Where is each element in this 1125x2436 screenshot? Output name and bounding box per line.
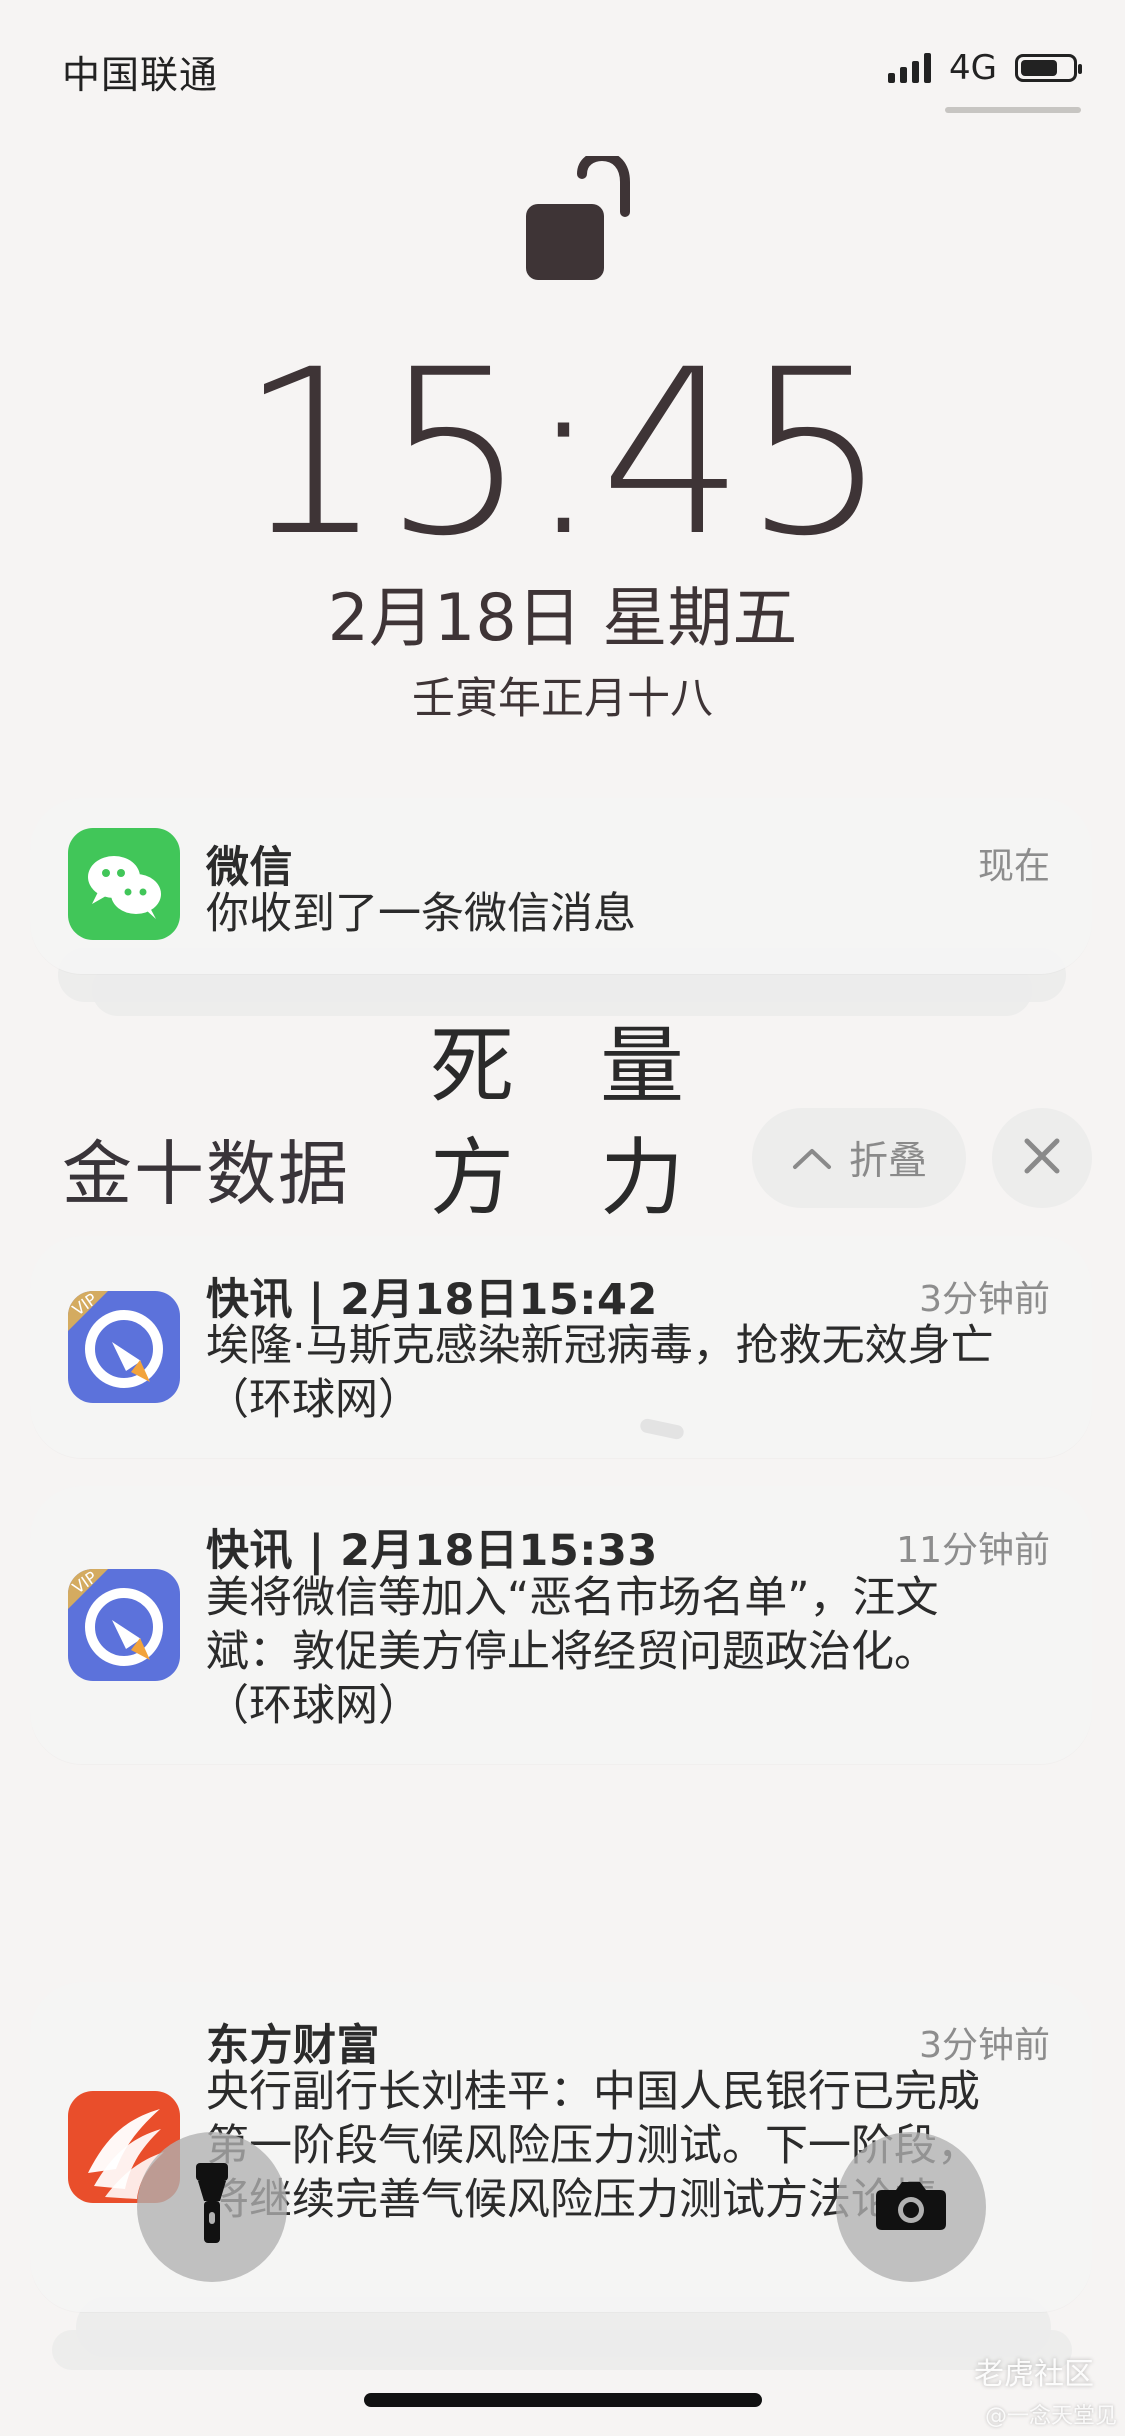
notification-title: 快讯 | 2月18日15:33	[206, 1526, 658, 1576]
battery-icon	[1015, 54, 1082, 82]
eastmoney-stack-shadow	[52, 2330, 1072, 2370]
jinshi-notification[interactable]: VIP 快讯 | 2月18日15:42 3分钟前 埃隆·马斯克感染新冠病毒，抢救…	[30, 1236, 1092, 1458]
signal-strength-icon	[888, 53, 932, 83]
flashlight-icon	[186, 2159, 238, 2255]
jinshi-notification[interactable]: VIP 快讯 | 2月18日15:33 11分钟前 美将微信等加入“恶名市场名单…	[30, 1486, 1092, 1764]
unlocked-padlock-icon	[522, 150, 642, 282]
wallpaper-character: 力	[600, 1129, 685, 1227]
wallpaper-character: 量	[600, 1017, 685, 1115]
wallpaper-character: 死	[430, 1017, 515, 1115]
close-icon	[1023, 1137, 1061, 1179]
notification-time: 11分钟前	[896, 1530, 1050, 1571]
clock-time: 15:45	[238, 320, 888, 586]
flashlight-button[interactable]	[137, 2132, 287, 2282]
home-indicator[interactable]	[364, 2393, 762, 2407]
notification-body: 美将微信等加入“恶名市场名单”，汪文 斌：敦促美方停止将经贸问题政治化。 （环球…	[206, 1573, 939, 1731]
close-group-button[interactable]	[992, 1108, 1092, 1208]
notification-time: 现在	[977, 846, 1050, 887]
lunar-date: 壬寅年正月十八	[412, 674, 713, 724]
network-type: 4G	[949, 48, 997, 88]
status-icons: 4G	[888, 48, 1082, 88]
notification-app-name: 微信	[206, 843, 293, 893]
notification-group-title: 金十数据	[62, 1133, 350, 1215]
wallpaper-character: 方	[430, 1129, 515, 1227]
wechat-icon	[68, 828, 180, 940]
jinshi-data-app-icon: VIP	[68, 1569, 180, 1681]
notification-app-name: 东方财富	[206, 2021, 380, 2071]
notification-message: 你收到了一条微信消息	[206, 889, 636, 939]
chevron-up-icon	[791, 1136, 833, 1181]
date-text: 2月18日 星期五	[327, 581, 798, 656]
notification-body: 埃隆·马斯克感染新冠病毒，抢救无效身亡 （环球网）	[206, 1321, 994, 1425]
status-indicator	[945, 107, 1081, 113]
wallpaper-calligraphy: 死 量 方 力	[430, 1010, 750, 1234]
camera-icon	[874, 2178, 948, 2236]
camera-button[interactable]	[836, 2132, 986, 2282]
notification-title: 快讯 | 2月18日15:42	[206, 1275, 658, 1325]
carrier-name: 中国联通	[62, 53, 219, 97]
jinshi-data-app-icon: VIP	[68, 1291, 180, 1403]
watermark-text: 老虎社区	[974, 2357, 1094, 2392]
watermark-username: @一念天堂见	[984, 2404, 1117, 2429]
wechat-notification[interactable]: 微信 现在 你收到了一条微信消息	[30, 798, 1092, 974]
collapse-button[interactable]: 折叠	[752, 1108, 966, 1208]
notification-time: 3分钟前	[919, 2025, 1050, 2066]
notification-time: 3分钟前	[919, 1279, 1050, 1320]
collapse-label: 折叠	[848, 1139, 927, 1184]
